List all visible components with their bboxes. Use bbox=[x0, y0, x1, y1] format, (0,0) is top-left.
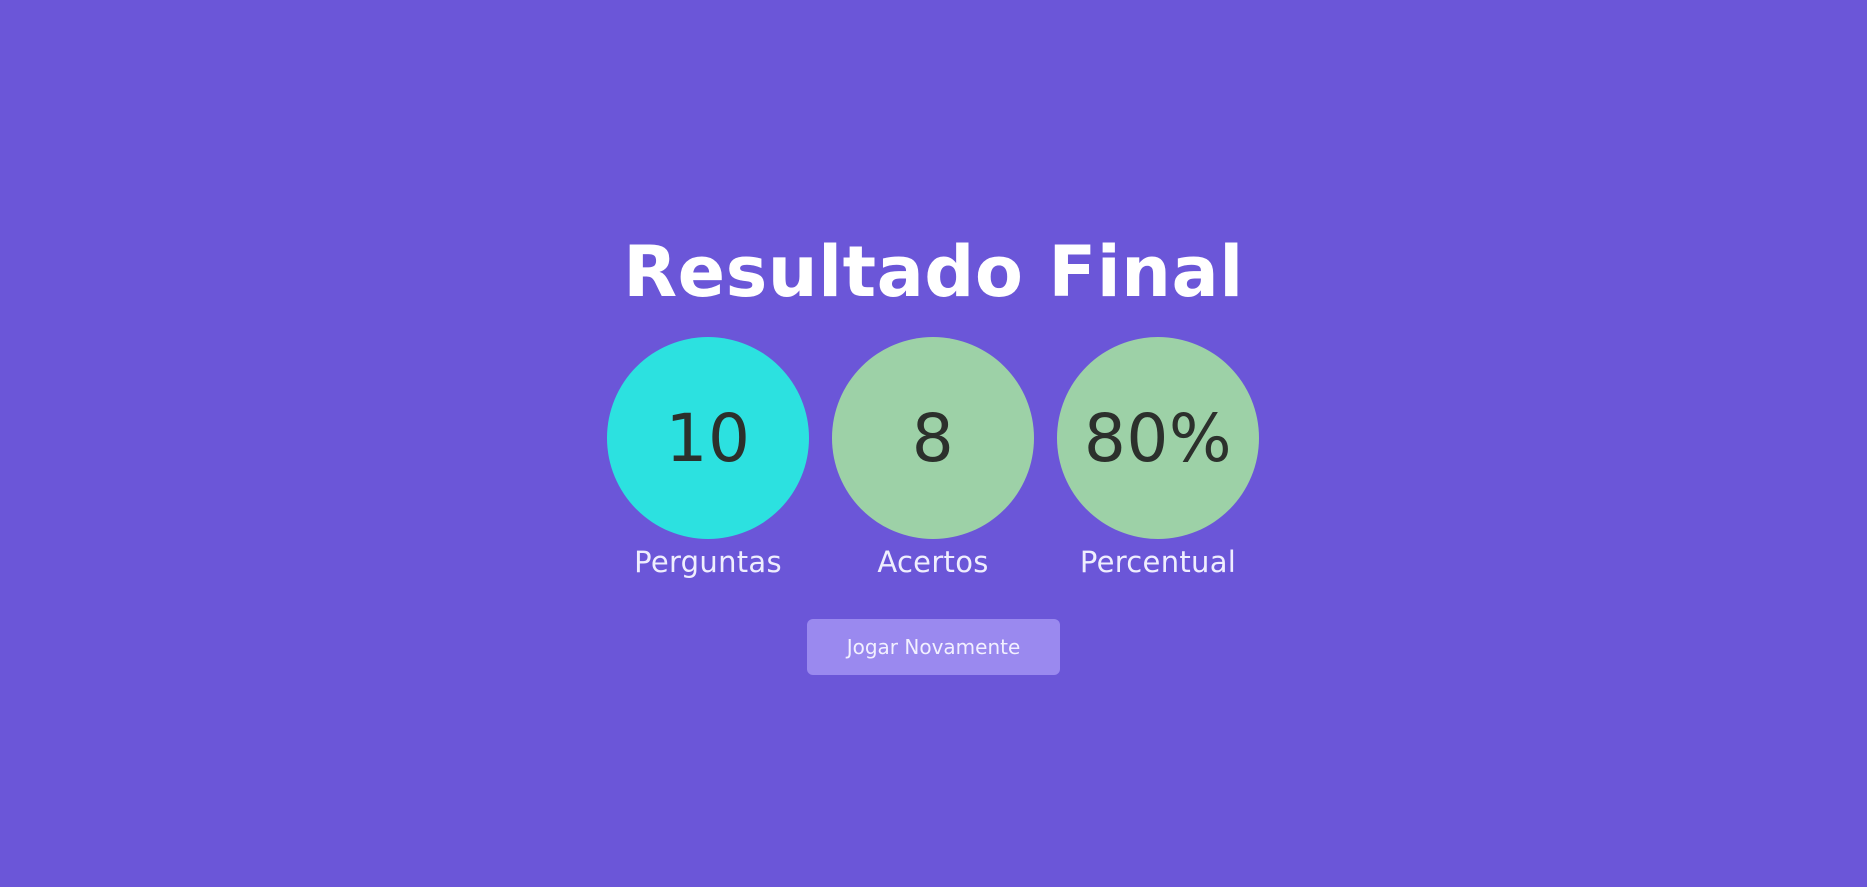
percentage-circle: 80% bbox=[1057, 337, 1259, 539]
stat-percentage: 80% Percentual bbox=[1038, 337, 1278, 583]
results-page: Resultado Final 10 Perguntas 8 Acertos 8… bbox=[0, 0, 1867, 887]
correct-count-value: 8 bbox=[911, 399, 955, 477]
questions-label: Perguntas bbox=[634, 545, 782, 579]
correct-label: Acertos bbox=[877, 545, 989, 579]
page-title: Resultado Final bbox=[623, 231, 1244, 313]
percentage-value: 80% bbox=[1083, 399, 1233, 477]
stat-questions: 10 Perguntas bbox=[588, 337, 828, 583]
correct-count-circle: 8 bbox=[832, 337, 1034, 539]
questions-count-circle: 10 bbox=[607, 337, 809, 539]
questions-count-value: 10 bbox=[665, 399, 751, 477]
stat-correct: 8 Acertos bbox=[813, 337, 1053, 583]
percentage-label: Percentual bbox=[1079, 545, 1237, 579]
play-again-button[interactable]: Jogar Novamente bbox=[807, 619, 1060, 675]
